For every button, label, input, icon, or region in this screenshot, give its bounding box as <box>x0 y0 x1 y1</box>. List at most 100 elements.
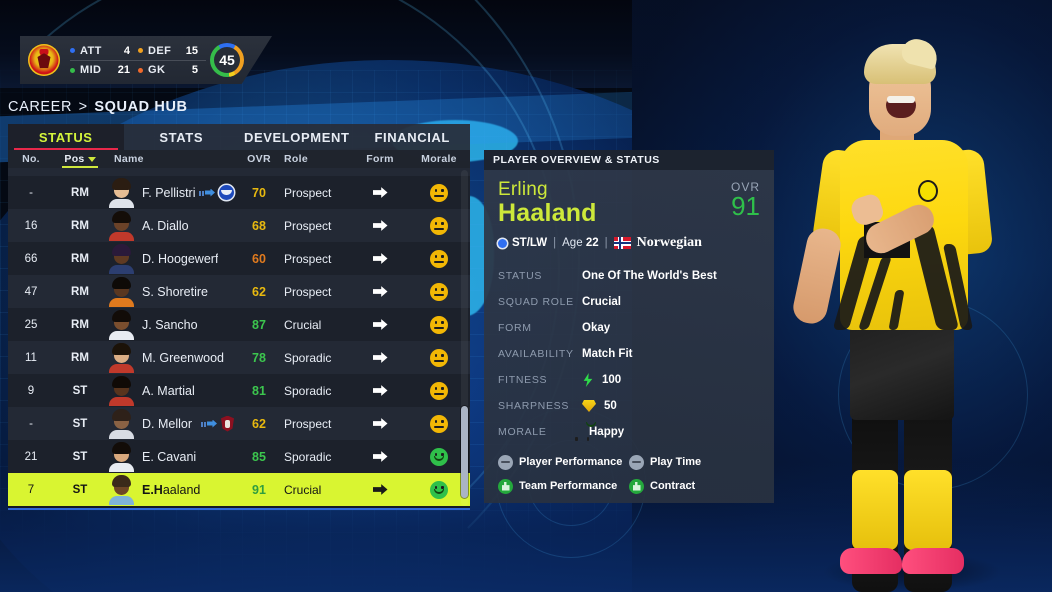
squad-summary-bar: ATT 4 DEF 15 MID 21 GK 5 45 <box>20 36 272 84</box>
squad-stat-gk: GK 5 <box>138 64 206 76</box>
player-attribute-row: AVAILABILITY Match Fit <box>498 341 760 367</box>
table-row[interactable] <box>8 168 470 176</box>
morale-factor[interactable]: Team Performance <box>498 474 629 498</box>
attribute-value: Happy <box>575 422 624 441</box>
morale-factor-label: Player Performance <box>519 456 623 468</box>
form-steady-arrow-icon <box>372 286 388 297</box>
attribute-label: MORALE <box>498 426 547 438</box>
breadcrumb-current: SQUAD HUB <box>94 99 188 115</box>
player-face-avatar <box>108 441 135 472</box>
loan-club-badge-icon <box>221 415 234 432</box>
def-label: DEF <box>148 44 172 57</box>
tab-development[interactable]: DEVELOPMENT <box>239 124 355 150</box>
table-row[interactable]: 66 RM D. Hoogewerf 60 Prospect <box>8 242 470 275</box>
cell-name: A. Martial <box>106 375 238 406</box>
player-name-text: J. Sancho <box>142 317 198 332</box>
cell-form <box>352 418 408 430</box>
player-name-text: F. Pellistri <box>142 185 196 200</box>
player-last-name: Haaland <box>498 199 597 227</box>
attribute-value: Okay <box>582 322 611 334</box>
player-name-text: A. Diallo <box>142 218 189 233</box>
loan-indicator <box>201 415 234 432</box>
render-boot <box>902 548 964 574</box>
player-name-text: E.Haaland <box>142 482 201 497</box>
cell-name: S. Shoretire <box>106 276 238 307</box>
morale-factor-label: Team Performance <box>519 480 618 492</box>
morale-neutral-icon <box>430 348 448 367</box>
player-attribute-row: FORM Okay <box>498 315 760 341</box>
norway-flag-icon <box>613 237 631 249</box>
column-header-form[interactable]: Form <box>352 153 408 165</box>
player-attribute-row: FITNESS 100 <box>498 367 760 393</box>
form-steady-arrow-icon <box>372 418 388 429</box>
player-face-avatar <box>108 408 135 439</box>
column-header-role[interactable]: Role <box>280 153 352 165</box>
table-row[interactable]: 25 RM J. Sancho 87 Crucial <box>8 308 470 341</box>
cell-role: Sporadic <box>284 350 332 365</box>
table-row[interactable]: - RM F. Pellistri 70 Prospect <box>8 176 470 209</box>
neutral-minus-icon <box>498 454 513 470</box>
squad-stat-row: MID 21 GK 5 <box>70 60 206 79</box>
attribute-value: 100 <box>582 373 621 387</box>
cell-role: Crucial <box>284 317 322 332</box>
form-steady-arrow-icon <box>372 187 388 198</box>
cell-role: Prospect <box>284 284 332 299</box>
breadcrumb-root[interactable]: CAREER <box>8 99 72 115</box>
gk-dot-icon <box>138 67 143 73</box>
squad-stat-att: ATT 4 <box>70 45 138 57</box>
cell-number: - <box>29 417 33 430</box>
table-row[interactable]: 7 ST E.Haaland 91 Crucial <box>8 473 470 506</box>
tab-status[interactable]: STATUS <box>8 124 124 150</box>
cell-name: M. Greenwood <box>106 342 238 373</box>
table-row[interactable]: 9 ST A. Martial 81 Sporadic <box>8 374 470 407</box>
cell-ovr: 81 <box>252 383 266 398</box>
table-row[interactable]: 21 ST E. Cavani 85 Sporadic <box>8 440 470 473</box>
def-value: 15 <box>185 44 198 57</box>
attribute-label: SHARPNESS <box>498 400 570 412</box>
column-header-ovr[interactable]: OVR <box>238 153 280 165</box>
morale-factor[interactable]: Contract <box>629 474 760 498</box>
squad-stat-def: DEF 15 <box>138 45 206 57</box>
neutral-minus-icon <box>629 454 644 470</box>
column-header-name[interactable]: Name <box>106 153 238 165</box>
morale-neutral-icon <box>430 216 448 235</box>
cell-form <box>352 451 408 463</box>
cell-ovr: 91 <box>252 482 266 497</box>
cell-ovr: 62 <box>252 284 266 299</box>
loan-arrow-icon <box>201 419 217 429</box>
table-row[interactable]: 47 RM S. Shoretire 62 Prospect <box>8 275 470 308</box>
player-ovr-value: 91 <box>731 191 760 221</box>
morale-factor[interactable]: Play Time <box>629 450 760 474</box>
cell-number: 9 <box>27 384 35 397</box>
player-meta: ST/LW | Age 22 | Norwegian <box>498 235 760 251</box>
column-header-pos[interactable]: Pos <box>54 153 106 168</box>
table-row[interactable]: 11 RM M. Greenwood 78 Sporadic <box>8 341 470 374</box>
tab-stats[interactable]: STATS <box>124 124 240 150</box>
column-header-morale[interactable]: Morale <box>408 153 470 165</box>
form-steady-arrow-icon <box>372 385 388 396</box>
player-attribute-row: SHARPNESS 50 <box>498 393 760 419</box>
table-scrollbar[interactable] <box>461 170 468 506</box>
gk-value: 5 <box>191 64 198 76</box>
player-face-avatar <box>108 342 135 373</box>
cell-position: RM <box>71 285 89 298</box>
player-face-avatar <box>108 177 135 208</box>
table-scrollbar-thumb[interactable] <box>461 406 468 498</box>
tab-financial[interactable]: FINANCIAL <box>355 124 471 150</box>
cell-name: E.Haaland <box>106 474 238 505</box>
player-name-text: A. Martial <box>142 383 195 398</box>
cell-role: Prospect <box>284 416 332 431</box>
cell-role: Crucial <box>284 482 322 497</box>
attribute-value: Crucial <box>582 296 621 308</box>
render-sock <box>852 470 898 550</box>
player-position: ST/LW <box>512 237 548 249</box>
morale-factor[interactable]: Player Performance <box>498 450 629 474</box>
table-body: - RM F. Pellistri 70 Prospect 16 RM A. Diallo 68… <box>8 168 470 510</box>
form-steady-arrow-icon <box>372 451 388 462</box>
cell-position: ST <box>72 384 88 397</box>
column-header-no[interactable]: No. <box>8 153 54 165</box>
table-row[interactable]: - ST D. Mellor 62 Prospect <box>8 407 470 440</box>
table-row[interactable]: 16 RM A. Diallo 68 Prospect <box>8 209 470 242</box>
player-face-avatar <box>108 243 135 274</box>
cell-number: 16 <box>24 219 38 232</box>
